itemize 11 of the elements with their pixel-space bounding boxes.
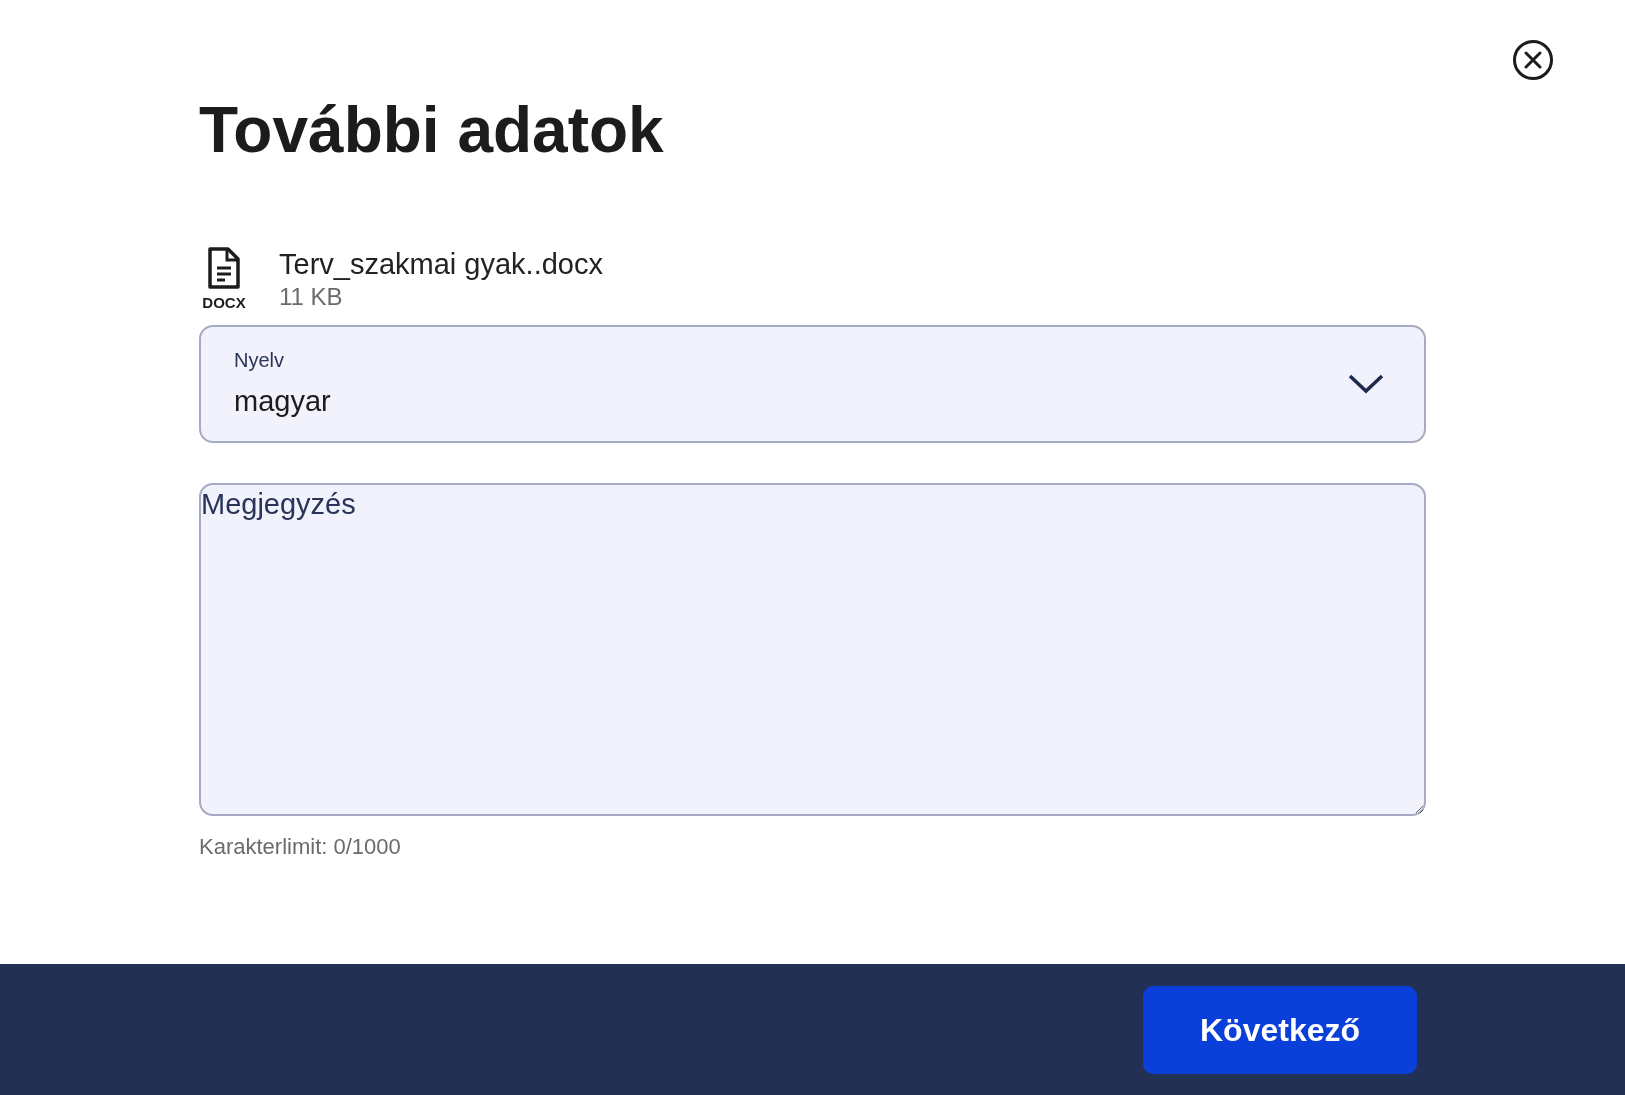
note-field[interactable]: Megjegyzés [199, 482, 1426, 816]
file-name: Terv_szakmai gyak..docx [279, 247, 603, 282]
close-icon [1512, 39, 1554, 81]
character-limit-text: Karakterlimit: 0/1000 [199, 832, 402, 861]
language-select[interactable]: Nyelv magyar [199, 324, 1426, 443]
chevron-down-icon [1348, 373, 1384, 394]
next-button[interactable]: Következő [1143, 985, 1417, 1074]
close-button[interactable] [1512, 39, 1554, 81]
file-type-label: DOCX [202, 293, 246, 313]
file-size: 11 KB [279, 282, 344, 312]
dialog-title: További adatok [199, 93, 665, 168]
